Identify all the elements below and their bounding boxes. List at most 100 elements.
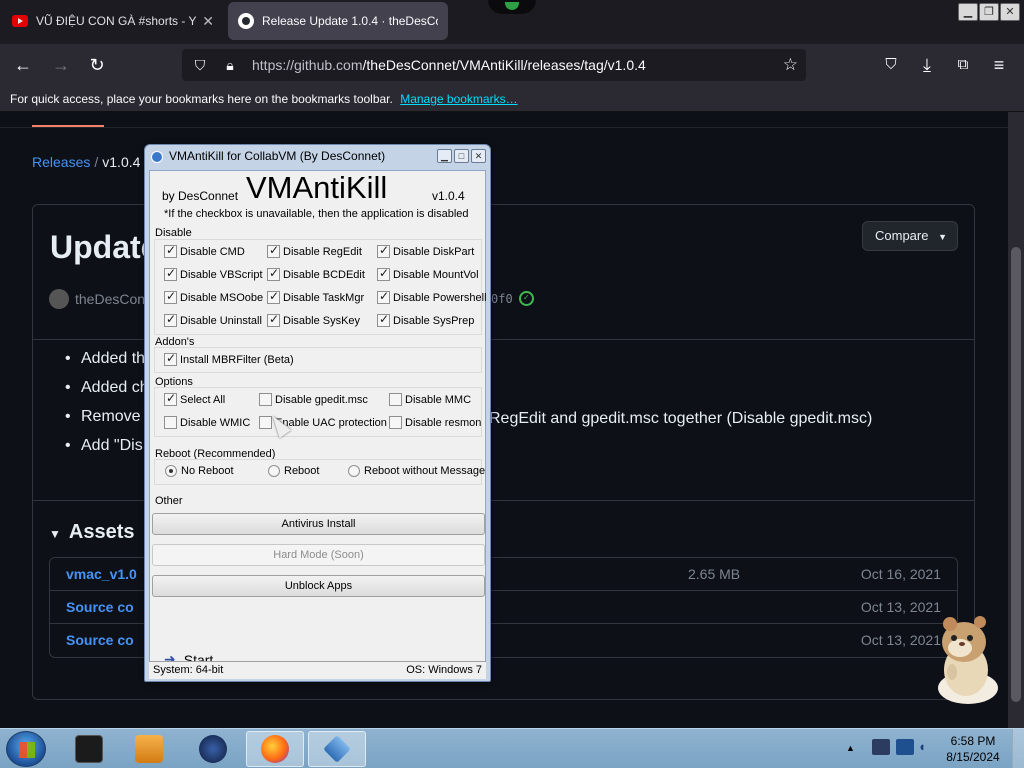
- pocket-icon[interactable]: ⛉: [878, 52, 904, 78]
- hard-mode-button[interactable]: Hard Mode (Soon): [152, 544, 485, 566]
- disable-taskmgr-checkbox[interactable]: Disable TaskMgr: [267, 289, 364, 304]
- checkbox-box[interactable]: [164, 243, 177, 258]
- back-arrow-icon[interactable]: ←: [10, 52, 36, 78]
- reboot-radio[interactable]: Reboot: [268, 465, 319, 477]
- restore-button[interactable]: ❐: [979, 3, 999, 21]
- checkbox-label: Disable gpedit.msc: [275, 393, 368, 406]
- checkbox-box[interactable]: [164, 312, 177, 327]
- checkbox-box[interactable]: [377, 289, 390, 304]
- taskbar-app-media[interactable]: [120, 731, 178, 767]
- disable-powershell-checkbox[interactable]: Disable Powershell: [377, 289, 487, 304]
- reboot-without-message-radio[interactable]: Reboot without Message: [348, 465, 485, 477]
- reload-icon[interactable]: ↻: [84, 52, 110, 78]
- close-button[interactable]: ✕: [1000, 3, 1020, 21]
- extensions-icon[interactable]: ⧉: [950, 52, 976, 78]
- checkbox-box[interactable]: [267, 266, 280, 281]
- disable-cmd-checkbox[interactable]: Disable CMD: [164, 243, 245, 258]
- url-bar[interactable]: ⛉ 🔒︎ https://github.com/theDesConnet/VMA…: [182, 49, 806, 81]
- show-desktop-button[interactable]: [1012, 729, 1024, 768]
- checkbox-box[interactable]: [164, 391, 177, 406]
- taskbar-app-vmantikill[interactable]: [308, 731, 366, 767]
- disable-bcdedit-checkbox[interactable]: Disable BCDEdit: [267, 266, 365, 281]
- tab-github-release[interactable]: Release Update 1.0.4 · theDesConnet/VMAn…: [228, 2, 448, 40]
- author-name[interactable]: theDesConn: [75, 291, 153, 307]
- page-scrollbar[interactable]: [1008, 112, 1024, 728]
- disable-gpedit-checkbox[interactable]: Disable gpedit.msc: [259, 393, 368, 406]
- asset-name[interactable]: Source co: [66, 599, 134, 615]
- disable-mountvol-checkbox[interactable]: Disable MountVol: [377, 266, 479, 281]
- checkbox-box[interactable]: [377, 266, 390, 281]
- other-section-label: Other: [155, 495, 183, 507]
- checkbox-box[interactable]: [259, 393, 272, 406]
- checkbox-label: Disable MountVol: [393, 268, 479, 281]
- taskbar-app-firefox[interactable]: [246, 731, 304, 767]
- shield-icon[interactable]: ⛉: [188, 57, 212, 74]
- unblock-apps-button[interactable]: Unblock Apps: [152, 575, 485, 597]
- menu-icon[interactable]: ≡: [986, 52, 1012, 78]
- bookmark-star-icon[interactable]: ☆: [783, 55, 798, 75]
- window-titlebar[interactable]: VMAntiKill for CollabVM (By DesConnet) ▁…: [145, 145, 490, 169]
- speaker-icon[interactable]: ◖: [918, 739, 936, 755]
- radio-dot[interactable]: [165, 465, 177, 477]
- asset-name[interactable]: Source co: [66, 632, 134, 648]
- checkbox-box[interactable]: [267, 289, 280, 304]
- commit-info[interactable]: 0f0 ✓: [491, 291, 534, 306]
- asset-name[interactable]: vmac_v1.0: [66, 566, 137, 582]
- breadcrumb-releases-link[interactable]: Releases: [32, 154, 90, 170]
- disable-uninstall-checkbox[interactable]: Disable Uninstall: [164, 312, 262, 327]
- disable-regedit-checkbox[interactable]: Disable RegEdit: [267, 243, 362, 258]
- monitor-icon[interactable]: [896, 739, 914, 755]
- checkbox-box[interactable]: [164, 416, 177, 429]
- manage-bookmarks-link[interactable]: Manage bookmarks…: [400, 92, 517, 106]
- minimize-button[interactable]: ▁: [958, 3, 978, 21]
- checkbox-box[interactable]: [164, 266, 177, 281]
- checkbox-box[interactable]: [377, 312, 390, 327]
- checkbox-label: Disable RegEdit: [283, 245, 362, 258]
- url-text[interactable]: https://github.com/theDesConnet/VMAntiKi…: [252, 57, 646, 73]
- checkbox-box[interactable]: [267, 312, 280, 327]
- clock[interactable]: 6:58 PM 8/15/2024: [938, 733, 1008, 765]
- commit-sha[interactable]: 0f0: [491, 292, 513, 306]
- breadcrumb-separator: /: [94, 154, 99, 170]
- lock-icon[interactable]: 🔒︎: [218, 57, 242, 74]
- disable-mmc-checkbox[interactable]: Disable MMC: [389, 393, 471, 406]
- assets-heading[interactable]: ▼ Assets: [49, 521, 135, 544]
- downloads-icon[interactable]: ⤓: [914, 52, 940, 78]
- vmantikill-window[interactable]: VMAntiKill for CollabVM (By DesConnet) ▁…: [144, 144, 491, 682]
- disable-syskey-checkbox[interactable]: Disable SysKey: [267, 312, 360, 327]
- disable-resmon-checkbox[interactable]: Disable resmon: [389, 416, 481, 429]
- tab-youtube[interactable]: VŨ ĐIỆU CON GÀ #shorts - YouTube ✕: [2, 2, 224, 40]
- minimize-button[interactable]: ▁: [437, 149, 452, 163]
- compare-button[interactable]: Compare ▼: [862, 221, 958, 251]
- release-author[interactable]: theDesConn: [49, 289, 153, 309]
- disable-diskpart-checkbox[interactable]: Disable DiskPart: [377, 243, 474, 258]
- radio-dot[interactable]: [268, 465, 280, 477]
- version-label: v1.0.4: [432, 189, 465, 203]
- avatar[interactable]: [49, 289, 69, 309]
- close-tab-icon[interactable]: ✕: [202, 13, 214, 30]
- radio-dot[interactable]: [348, 465, 360, 477]
- disable-vbscript-checkbox[interactable]: Disable VBScript: [164, 266, 263, 281]
- antivirus-install-button[interactable]: Antivirus Install: [152, 513, 485, 535]
- network-icon[interactable]: [872, 739, 890, 755]
- checkbox-box[interactable]: [377, 243, 390, 258]
- select-all-checkbox[interactable]: Select All: [164, 391, 225, 406]
- checkbox-box[interactable]: [164, 351, 177, 366]
- scrollbar-thumb[interactable]: [1011, 247, 1021, 702]
- forward-arrow-icon[interactable]: →: [48, 52, 74, 78]
- checkbox-box[interactable]: [389, 416, 402, 429]
- maximize-button[interactable]: □: [454, 149, 469, 163]
- taskbar-app-terminal[interactable]: [60, 731, 118, 767]
- checkbox-box[interactable]: [164, 289, 177, 304]
- checkbox-box[interactable]: [389, 393, 402, 406]
- windows-start-icon[interactable]: [6, 731, 46, 767]
- taskbar-app-globe[interactable]: [184, 731, 242, 767]
- disable-wmic-checkbox[interactable]: Disable WMIC: [164, 416, 250, 429]
- install-mbrfilter-checkbox[interactable]: Install MBRFilter (Beta): [164, 351, 294, 366]
- disable-msoobe-checkbox[interactable]: Disable MSOobe: [164, 289, 263, 304]
- show-hidden-icons-icon[interactable]: ▲: [846, 743, 855, 753]
- disable-sysprep-checkbox[interactable]: Disable SysPrep: [377, 312, 474, 327]
- close-button[interactable]: ✕: [471, 149, 486, 163]
- checkbox-box[interactable]: [267, 243, 280, 258]
- no-reboot-radio[interactable]: No Reboot: [165, 465, 234, 477]
